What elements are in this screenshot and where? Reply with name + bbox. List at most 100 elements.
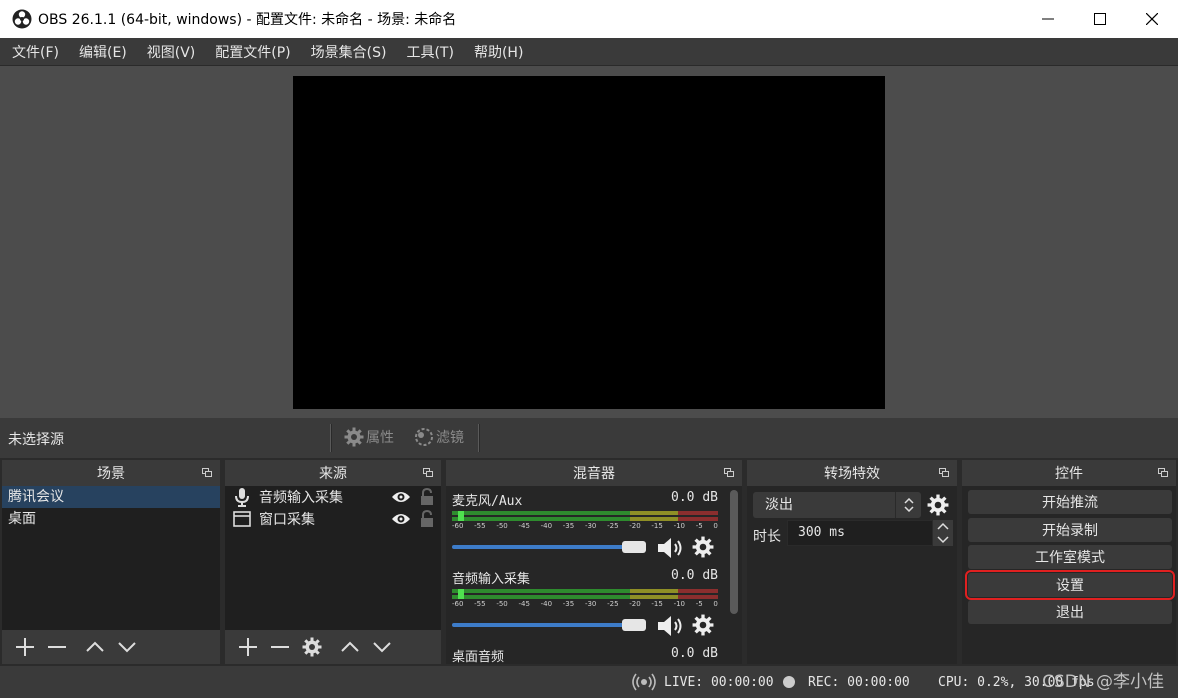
undock-icon[interactable]	[202, 468, 212, 477]
add-source-button[interactable]	[233, 635, 263, 659]
menu-scene-collection[interactable]: 场景集合(S)	[301, 42, 397, 62]
window-icon	[231, 509, 253, 529]
menu-help[interactable]: 帮助(H)	[464, 42, 533, 62]
menu-view[interactable]: 视图(V)	[137, 42, 206, 62]
tick-label: -45	[518, 522, 530, 530]
sources-toolbar	[225, 630, 441, 664]
duration-label: 时长	[753, 529, 781, 545]
tick-label: -20	[629, 522, 641, 530]
start-streaming-button[interactable]: 开始推流	[968, 490, 1172, 514]
chevron-down-icon	[373, 642, 391, 653]
mixer-body: 麦克风/Aux 0.0 dB -60 -55 -50 -45 -40 -35 -30 -25-…	[446, 486, 742, 664]
controls-dock: 控件 开始推流 开始录制 工作室模式 设置 退出	[962, 460, 1176, 664]
sources-dock: 来源 音频输入采集 窗口采集	[225, 460, 441, 664]
duration-input[interactable]: 300 ms	[787, 520, 933, 546]
source-toolbar: 未选择源 属性 滤镜	[0, 418, 1178, 458]
move-source-down-button[interactable]	[367, 635, 397, 659]
tick-label: 0	[713, 522, 718, 530]
transitions-body: 淡出 时长 300 ms	[747, 486, 957, 664]
exit-button[interactable]: 退出	[968, 600, 1172, 624]
tick-label: -55	[474, 522, 486, 530]
gear-icon[interactable]	[692, 614, 714, 636]
mixer-dock-title: 混音器	[573, 466, 615, 482]
remove-scene-button[interactable]	[42, 635, 72, 659]
sources-dock-header: 来源	[225, 460, 441, 486]
undock-icon[interactable]	[423, 468, 433, 477]
undock-icon[interactable]	[724, 468, 734, 477]
preview-canvas[interactable]	[293, 76, 885, 409]
obs-logo-icon	[12, 9, 32, 29]
source-item[interactable]: 音频输入采集	[225, 486, 441, 508]
transition-selected-label: 淡出	[765, 497, 793, 513]
close-button[interactable]	[1126, 0, 1178, 38]
tick-label: -45	[518, 600, 530, 608]
settings-button[interactable]: 设置	[965, 570, 1175, 600]
volume-slider-handle[interactable]	[622, 541, 646, 553]
menu-tools[interactable]: 工具(T)	[396, 42, 463, 62]
minimize-button[interactable]	[1022, 0, 1074, 38]
scene-item[interactable]: 腾讯会议	[2, 486, 220, 508]
plus-icon	[16, 638, 34, 656]
chevron-down-icon	[118, 642, 136, 653]
channel-name: 麦克风/Aux	[452, 494, 523, 509]
scene-item[interactable]: 桌面	[2, 508, 220, 530]
filter-icon	[415, 428, 433, 446]
toolbar-divider	[478, 424, 480, 452]
gear-icon[interactable]	[927, 494, 949, 516]
controls-dock-title: 控件	[1055, 466, 1083, 482]
source-label: 音频输入采集	[259, 490, 343, 506]
scenes-dock: 场景 腾讯会议 桌面	[2, 460, 220, 664]
add-scene-button[interactable]	[10, 635, 40, 659]
studio-mode-button[interactable]: 工作室模式	[968, 545, 1172, 569]
undock-icon[interactable]	[939, 468, 949, 477]
start-recording-button[interactable]: 开始录制	[968, 518, 1172, 542]
gear-icon	[344, 427, 364, 447]
transition-select[interactable]: 淡出	[753, 492, 921, 518]
source-properties-button[interactable]	[297, 635, 327, 659]
mixer-channel: 麦克风/Aux 0.0 dB -60 -55 -50 -45 -40 -35 -30 -25-…	[452, 490, 718, 562]
close-icon	[1146, 13, 1158, 25]
lock-icon[interactable]	[419, 488, 435, 506]
tick-label: -15	[651, 522, 663, 530]
menu-profile[interactable]: 配置文件(P)	[205, 42, 300, 62]
menu-file[interactable]: 文件(F)	[2, 42, 69, 62]
volume-meter	[452, 510, 718, 522]
maximize-button[interactable]	[1074, 0, 1126, 38]
volume-slider[interactable]	[452, 540, 648, 554]
tick-label: -10	[673, 600, 685, 608]
live-timer: LIVE: 00:00:00	[664, 675, 774, 690]
move-scene-up-button[interactable]	[80, 635, 110, 659]
select-updown-icon	[895, 492, 921, 518]
transitions-dock-title: 转场特效	[824, 466, 880, 482]
source-label: 窗口采集	[259, 512, 315, 528]
visibility-eye-icon[interactable]	[391, 512, 411, 526]
speaker-icon[interactable]	[656, 614, 686, 638]
menu-edit[interactable]: 编辑(E)	[69, 42, 137, 62]
move-scene-down-button[interactable]	[112, 635, 142, 659]
undock-icon[interactable]	[1158, 468, 1168, 477]
properties-button[interactable]: 属性	[344, 427, 394, 447]
volume-slider-handle[interactable]	[622, 619, 646, 631]
move-source-up-button[interactable]	[335, 635, 365, 659]
record-dot-icon	[783, 676, 795, 688]
volume-meter	[452, 588, 718, 600]
filters-button[interactable]: 滤镜	[414, 427, 464, 447]
gear-icon[interactable]	[692, 536, 714, 558]
duration-spinner-icon[interactable]	[933, 520, 953, 546]
tick-label: -10	[673, 522, 685, 530]
source-item[interactable]: 窗口采集	[225, 508, 441, 530]
remove-source-button[interactable]	[265, 635, 295, 659]
tick-label: -35	[562, 600, 575, 608]
no-source-selected-label: 未选择源	[8, 432, 64, 448]
minus-icon	[48, 646, 66, 648]
mixer-scrollbar[interactable]	[730, 490, 738, 614]
broadcast-icon	[632, 673, 656, 691]
lock-icon[interactable]	[419, 510, 435, 528]
volume-slider[interactable]	[452, 618, 648, 632]
speaker-icon[interactable]	[656, 536, 686, 560]
visibility-eye-icon[interactable]	[391, 490, 411, 504]
tick-label: -60	[452, 522, 464, 530]
tick-label: -25	[607, 522, 619, 530]
tick-label: -20	[629, 600, 641, 608]
transitions-dock-header: 转场特效	[747, 460, 957, 486]
